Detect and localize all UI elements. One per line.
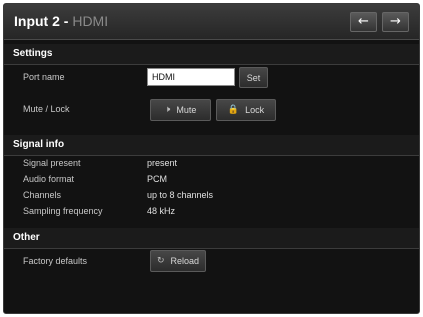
signal-info-section-header: Signal info — [4, 135, 419, 156]
port-name-input[interactable] — [147, 68, 235, 86]
previous-input-button[interactable]: ← — [350, 12, 377, 32]
audio-format-label: Audio format — [23, 174, 75, 184]
next-input-button[interactable]: → — [382, 12, 409, 32]
lock-button-label: Lock — [245, 105, 265, 115]
set-button-label: Set — [246, 72, 261, 83]
sampling-frequency-value: 48 kHz — [147, 206, 176, 216]
audio-format-value: PCM — [147, 174, 167, 184]
reload-icon: ↻ — [156, 256, 165, 266]
arrow-left-icon: ← — [358, 14, 369, 29]
title-bar: Input 2 - HDMI ← → — [4, 4, 419, 40]
reload-button-label: Reload — [170, 256, 200, 266]
other-heading: Other — [13, 232, 40, 243]
settings-heading: Settings — [13, 48, 53, 59]
settings-section-header: Settings — [4, 44, 419, 65]
mute-button[interactable]: 🕨 Mute — [150, 99, 211, 121]
reload-button[interactable]: ↻ Reload — [150, 250, 206, 272]
port-name-label: Port name — [23, 72, 65, 82]
title-input-number: Input 2 - — [14, 13, 69, 29]
lock-icon: 🔒 — [227, 105, 240, 115]
channels-label: Channels — [23, 190, 62, 200]
signal-info-heading: Signal info — [13, 139, 65, 150]
mute-button-label: Mute — [176, 105, 197, 115]
speaker-mute-icon: 🕨 — [164, 105, 171, 115]
sampling-frequency-label: Sampling frequency — [23, 206, 103, 216]
signal-present-value: present — [147, 158, 178, 168]
title-port-name: HDMI — [72, 13, 109, 29]
channels-value: up to 8 channels — [147, 190, 214, 200]
set-button[interactable]: Set — [239, 67, 268, 88]
mute-lock-label: Mute / Lock — [23, 104, 70, 114]
page-title: Input 2 - HDMI — [14, 13, 108, 29]
input-panel: Input 2 - HDMI ← → Settings Port name Se… — [3, 3, 420, 314]
factory-defaults-label: Factory defaults — [23, 256, 88, 266]
signal-present-label: Signal present — [23, 158, 81, 168]
other-section-header: Other — [4, 228, 419, 249]
lock-button[interactable]: 🔒 Lock — [216, 99, 276, 121]
arrow-right-icon: → — [390, 14, 401, 29]
